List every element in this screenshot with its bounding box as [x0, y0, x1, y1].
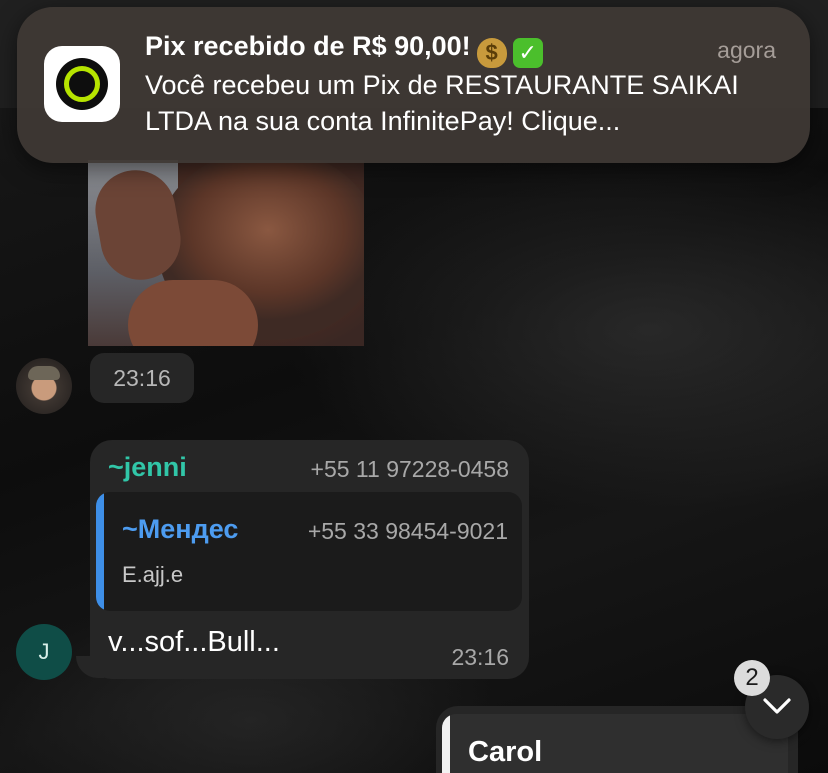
- quoted-text: E.ajj.e: [122, 562, 184, 587]
- quoted-sender-phone: +55 33 98454-9021: [307, 518, 508, 544]
- avatar[interactable]: [16, 358, 72, 414]
- quoted-message[interactable]: Carol: [442, 714, 788, 773]
- infinitepay-app-icon: [44, 46, 120, 122]
- message-bubble[interactable]: Carol: [436, 706, 798, 773]
- quote-bar: [96, 492, 104, 611]
- message-bubble[interactable]: ~jenni +55 11 97228-0458 ~Мендес +55 33 …: [90, 440, 529, 679]
- notification-title: Pix recebido de R$ 90,00! $ ✓: [145, 31, 665, 68]
- quoted-sender-name: Carol: [468, 736, 543, 768]
- message-time: 23:16: [451, 644, 509, 670]
- unread-count-badge: 2: [734, 660, 770, 696]
- notification-body: Você recebeu um Pix de RESTAURANTE SAIKA…: [145, 70, 739, 136]
- ring-icon: [64, 66, 100, 102]
- quote-bar: [442, 714, 450, 773]
- chevron-down-icon: [763, 698, 791, 714]
- avatar[interactable]: J: [16, 624, 72, 680]
- message-time: 23:16: [90, 353, 194, 403]
- sender-phone: +55 11 97228-0458: [310, 456, 509, 482]
- money-bag-icon: $: [476, 38, 507, 68]
- notification-banner[interactable]: Pix recebido de R$ 90,00! $ ✓ agora Você r…: [17, 7, 810, 163]
- check-mark-icon: ✓: [512, 38, 543, 68]
- quoted-message[interactable]: ~Мендес +55 33 98454-9021 E.ajj.e: [96, 492, 522, 611]
- message-text: v...sof...Bull...: [108, 626, 280, 658]
- notification-title-text: Pix recebido de R$ 90,00!: [145, 31, 471, 61]
- sender-name[interactable]: ~jenni: [108, 452, 187, 483]
- image-message[interactable]: [88, 160, 364, 346]
- notification-time: agora: [717, 37, 776, 63]
- quoted-sender-name: ~Мендес: [122, 514, 239, 544]
